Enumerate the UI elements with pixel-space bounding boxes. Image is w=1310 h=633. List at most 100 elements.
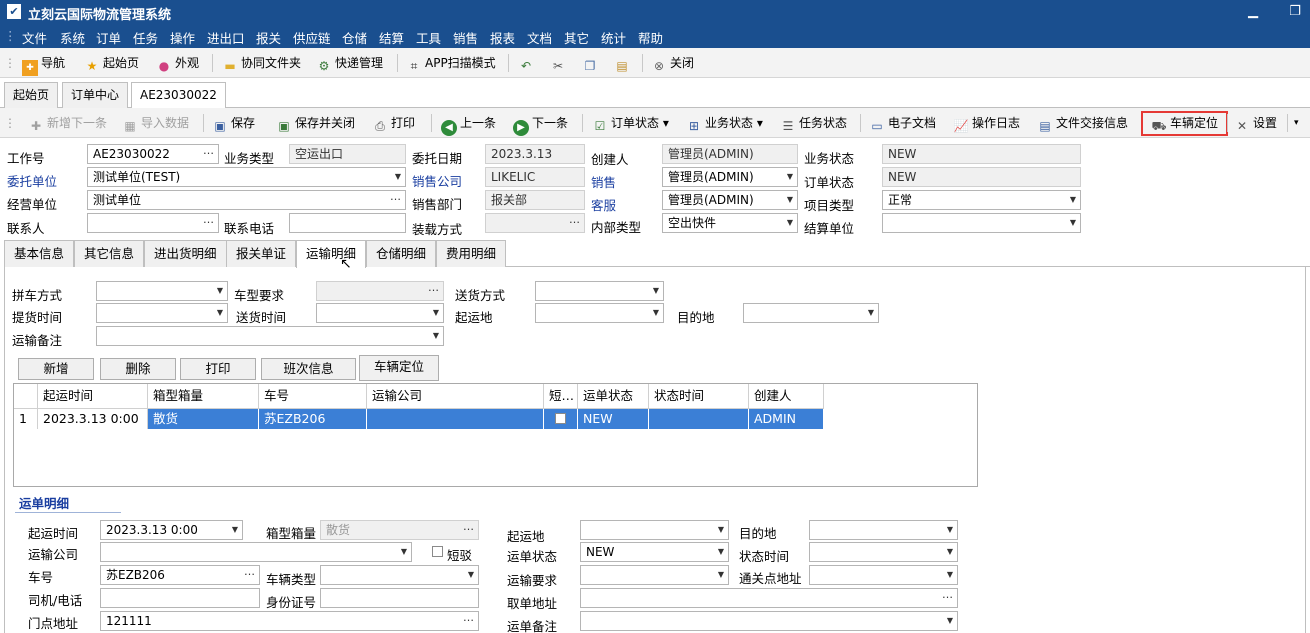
- save-close-button[interactable]: ▣ 保存并关闭: [276, 113, 355, 133]
- company-select[interactable]: ▼: [100, 542, 412, 562]
- door-addr-field[interactable]: 121111…: [100, 611, 479, 631]
- chevron-down-icon[interactable]: ▼: [718, 521, 724, 539]
- cs-label[interactable]: 客服: [591, 195, 616, 214]
- cell-start-time[interactable]: 2023.3.13 0:00: [38, 409, 148, 429]
- ellipsis-icon[interactable]: …: [942, 589, 953, 604]
- tab-transport-detail[interactable]: 运输明细: [296, 240, 367, 268]
- task-status-button[interactable]: ☰ 任务状态: [780, 113, 847, 133]
- chevron-down-icon[interactable]: ▼: [217, 304, 223, 322]
- oplog-button[interactable]: 📈 操作日志: [953, 113, 1021, 133]
- customs-addr-select[interactable]: ▼: [809, 565, 958, 585]
- chevron-down-icon[interactable]: ▼: [232, 521, 238, 539]
- chevron-down-icon[interactable]: ▼: [947, 612, 953, 630]
- chevron-down-icon[interactable]: ▼: [947, 521, 953, 539]
- waybill-remark-select[interactable]: ▼: [580, 611, 958, 631]
- undo-button[interactable]: ↶: [518, 53, 537, 73]
- menu-supply-chain[interactable]: 供应链: [293, 28, 331, 47]
- menu-sales[interactable]: 销售: [453, 28, 478, 47]
- cell-short[interactable]: [544, 409, 578, 429]
- col-company[interactable]: 运输公司: [367, 384, 544, 409]
- ellipsis-icon[interactable]: …: [428, 282, 439, 297]
- nav-button[interactable]: ✚ 导航: [22, 53, 65, 76]
- menu-warehouse[interactable]: 仓储: [342, 28, 367, 47]
- menu-system[interactable]: 系统: [60, 28, 85, 47]
- cell-company[interactable]: [367, 409, 544, 429]
- destination-select[interactable]: ▼: [743, 303, 879, 323]
- grid-print-button[interactable]: 打印: [180, 358, 256, 380]
- menu-operation[interactable]: 操作: [170, 28, 195, 47]
- menu-statistics[interactable]: 统计: [601, 28, 626, 47]
- sales-label[interactable]: 销售: [591, 172, 616, 191]
- chevron-down-icon[interactable]: ▼: [395, 168, 401, 186]
- order-status-dropdown[interactable]: ☑ 订单状态 ▾: [592, 113, 669, 133]
- chevron-down-icon[interactable]: ▼: [718, 566, 724, 584]
- tab-other-info[interactable]: 其它信息: [74, 240, 145, 267]
- pickup-time-select[interactable]: ▼: [96, 303, 228, 323]
- chevron-down-icon[interactable]: ▼: [217, 282, 223, 300]
- grid-delete-button[interactable]: 删除: [100, 358, 176, 380]
- job-no-field[interactable]: AE23030022…: [87, 144, 219, 164]
- tab-goods-detail[interactable]: 进出货明细: [144, 240, 227, 267]
- menu-tools[interactable]: 工具: [416, 28, 441, 47]
- save-button[interactable]: ▣ 保存: [212, 113, 255, 133]
- status-time-select[interactable]: ▼: [809, 542, 958, 562]
- client-label[interactable]: 委托单位: [7, 171, 57, 190]
- chevron-down-icon[interactable]: ▼: [1070, 191, 1076, 209]
- col-short[interactable]: 短…: [544, 384, 578, 409]
- pickup-addr-field[interactable]: …: [580, 588, 958, 608]
- cs-select[interactable]: 管理员(ADMIN) ▼: [662, 190, 798, 210]
- sales-company-label[interactable]: 销售公司: [412, 171, 462, 190]
- id-no-field[interactable]: [320, 588, 479, 608]
- col-start-time[interactable]: 起运时间: [38, 384, 148, 409]
- menu-order[interactable]: 订单: [96, 28, 121, 47]
- col-box[interactable]: 箱型箱量: [148, 384, 259, 409]
- operating-unit-field[interactable]: 测试单位…: [87, 190, 406, 210]
- box-field[interactable]: 散货…: [320, 520, 479, 540]
- home-button[interactable]: ★ 起始页: [84, 53, 139, 73]
- chevron-down-icon[interactable]: ▼: [787, 168, 793, 186]
- tab-basic-info[interactable]: 基本信息: [4, 240, 75, 267]
- vehicle-req-field[interactable]: …: [316, 281, 444, 301]
- edoc-button[interactable]: ▭ 电子文档: [869, 113, 936, 133]
- start-time-select[interactable]: 2023.3.13 0:00 ▼: [100, 520, 243, 540]
- tab-warehouse-detail[interactable]: 仓储明细: [366, 240, 437, 267]
- tab-fee-detail[interactable]: 费用明细: [436, 240, 507, 267]
- cell-creator[interactable]: ADMIN: [749, 409, 824, 429]
- biz-status-dropdown[interactable]: ⊞ 业务状态 ▾: [686, 113, 763, 133]
- ellipsis-icon[interactable]: …: [463, 612, 474, 627]
- load-mode-field[interactable]: …: [485, 213, 585, 233]
- biz-status-field[interactable]: NEW: [882, 144, 1081, 164]
- maximize-icon[interactable]: ❐: [1280, 2, 1310, 22]
- cell-plate[interactable]: 苏EZB206: [259, 409, 367, 429]
- chevron-down-icon[interactable]: ▼: [401, 543, 407, 561]
- transport-remark-select[interactable]: ▼: [96, 326, 444, 346]
- plate-field[interactable]: 苏EZB206…: [100, 565, 260, 585]
- menu-document[interactable]: 文档: [527, 28, 552, 47]
- import-data-button[interactable]: ▦ 导入数据: [122, 113, 189, 133]
- cut-button[interactable]: ✂: [550, 53, 569, 73]
- paste-button[interactable]: ▤: [614, 53, 633, 73]
- req-select[interactable]: ▼: [580, 565, 729, 585]
- col-status[interactable]: 运单状态: [578, 384, 649, 409]
- chevron-down-icon[interactable]: ▼: [787, 191, 793, 209]
- settle-unit-select[interactable]: ▼: [882, 213, 1081, 233]
- cell-status[interactable]: NEW: [578, 409, 649, 429]
- app-scan-button[interactable]: ⌗ APP扫描模式: [406, 53, 496, 73]
- print-button[interactable]: ⎙ 打印: [372, 113, 415, 133]
- shift-info-button[interactable]: 班次信息: [261, 358, 356, 380]
- tab-order-center[interactable]: 订单中心: [62, 82, 129, 108]
- cell-status-time[interactable]: [649, 409, 749, 429]
- deliver-time-select[interactable]: ▼: [316, 303, 444, 323]
- short-checkbox[interactable]: [555, 413, 566, 424]
- driver-field[interactable]: [100, 588, 260, 608]
- ellipsis-icon[interactable]: …: [390, 191, 401, 206]
- origin-select[interactable]: ▼: [535, 303, 664, 323]
- ellipsis-icon[interactable]: …: [569, 214, 580, 229]
- menu-settlement[interactable]: 结算: [379, 28, 404, 47]
- share-folder-button[interactable]: ▬ 协同文件夹: [222, 53, 301, 73]
- detail-destination-select[interactable]: ▼: [809, 520, 958, 540]
- pool-mode-select[interactable]: ▼: [96, 281, 228, 301]
- tab-ae23030022[interactable]: AE23030022: [131, 82, 226, 109]
- prev-button[interactable]: ◀ 上一条: [441, 113, 496, 136]
- chevron-down-icon[interactable]: ▼: [433, 327, 439, 345]
